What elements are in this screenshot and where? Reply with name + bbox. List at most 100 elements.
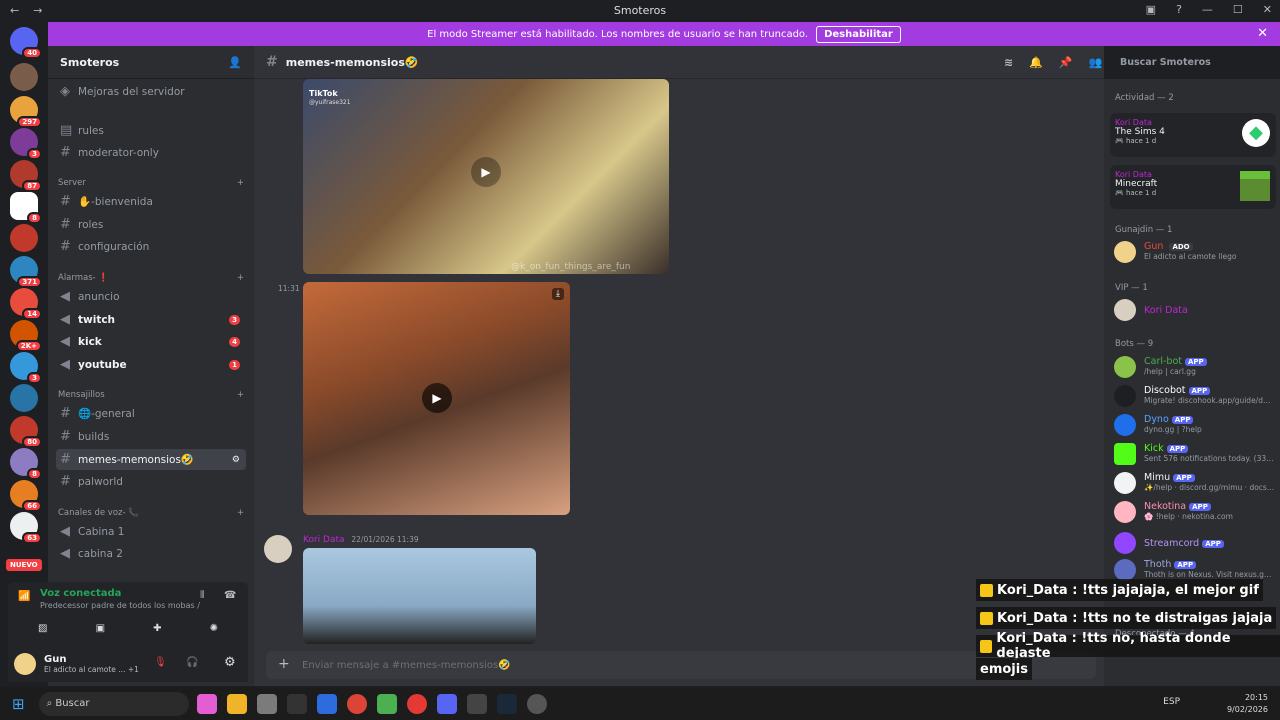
app-icon[interactable]	[526, 693, 547, 714]
add-channel-icon[interactable]: +	[237, 178, 244, 188]
copilot-icon[interactable]	[196, 693, 217, 714]
server-header[interactable]: Smoteros 👤	[48, 46, 254, 79]
maximize-icon[interactable]: ☐	[1233, 3, 1243, 16]
screen-share-icon[interactable]: ▣	[96, 623, 105, 634]
member-item[interactable]: Streamcord APP	[1114, 532, 1276, 554]
activities-icon[interactable]: ✚	[153, 623, 161, 634]
close-banner-icon[interactable]: ✕	[1257, 26, 1268, 41]
close-icon[interactable]: ✕	[1263, 3, 1272, 16]
member-item[interactable]: Mimu APP ✨/help · discord.gg/mimu · docs..…	[1114, 472, 1276, 494]
channel-memes-memonsios[interactable]: # memes-memonsios🤣 ⚙	[56, 449, 246, 470]
category-voice[interactable]: Canales de voz- 📞 +	[58, 508, 244, 518]
activity-card[interactable]: Kori Data The Sims 4 🎮 hace 1 d ◆	[1110, 113, 1276, 157]
channel-anuncio[interactable]: ◀ anuncio	[56, 286, 246, 307]
add-channel-icon[interactable]: +	[237, 508, 244, 518]
disconnect-icon[interactable]: ☎	[224, 590, 236, 601]
mute-icon[interactable]: 🎙	[154, 657, 167, 668]
member-item[interactable]: Kick APP Sent 576 notifications today. (33…	[1114, 443, 1276, 465]
channel-youtube[interactable]: ◀ youtube 1	[56, 354, 246, 375]
search-input[interactable]: Buscar Smoteros	[1112, 53, 1262, 73]
current-server-icon[interactable]: 8	[10, 192, 42, 224]
member-item[interactable]: Gun ADO El adicto al camote llego	[1114, 241, 1276, 263]
message-composer[interactable]: + Enviar mensaje a #memes-memonsios🤣	[266, 651, 1096, 679]
server-icon[interactable]: 8	[10, 448, 42, 480]
channel-roles[interactable]: # roles	[56, 214, 246, 235]
server-icon[interactable]: 63	[10, 512, 42, 544]
channel-configuracion[interactable]: # configuración	[56, 236, 246, 257]
download-icon[interactable]: ⤓	[552, 288, 564, 300]
inbox-icon[interactable]: ▣	[1146, 3, 1156, 16]
taskbar-search[interactable]: ⌕ Buscar	[38, 691, 189, 716]
server-icon[interactable]: 66	[10, 480, 42, 512]
signal-icon[interactable]: 📶	[18, 591, 30, 602]
minimize-icon[interactable]: —	[1202, 3, 1213, 16]
soundboard-icon[interactable]: ✺	[210, 623, 218, 634]
channel-palworld[interactable]: # palworld	[56, 471, 246, 492]
channel-rules[interactable]: ▤ rules	[56, 120, 246, 141]
discord-icon[interactable]	[436, 693, 457, 714]
category-mensajillos[interactable]: Mensajillos +	[58, 390, 244, 400]
member-item[interactable]: Nekotina APP 🌸 !help · nekotina.com	[1114, 501, 1276, 523]
add-channel-icon[interactable]: +	[237, 273, 244, 283]
help-icon[interactable]: ?	[1176, 3, 1182, 16]
clock[interactable]: 20:15 9/02/2026	[1227, 692, 1268, 716]
avatar[interactable]	[264, 535, 292, 563]
bell-icon[interactable]: 🔔	[1029, 56, 1043, 69]
steam-icon[interactable]	[496, 693, 517, 714]
category-server[interactable]: Server +	[58, 178, 244, 188]
direct-messages-icon[interactable]: 40	[10, 27, 42, 59]
member-item[interactable]: Carl-bot APP/help | carl.gg	[1114, 356, 1276, 378]
windows-start-icon[interactable]: ⊞	[12, 695, 25, 713]
camera-off-icon[interactable]: ▨	[38, 623, 47, 634]
language-indicator[interactable]: ESP	[1163, 697, 1180, 707]
channel-kick[interactable]: ◀ kick 4	[56, 331, 246, 352]
add-channel-icon[interactable]: +	[237, 390, 244, 400]
channel-moderator-only[interactable]: # moderator-only	[56, 142, 246, 163]
settings-gear-icon[interactable]: ⚙	[232, 455, 240, 465]
server-icon[interactable]: 87	[10, 160, 42, 192]
disable-streamer-button[interactable]: Deshabilitar	[816, 25, 901, 43]
chrome-icon[interactable]	[346, 693, 367, 714]
server-icon[interactable]	[10, 224, 38, 252]
category-alarmas[interactable]: Alarmas- ❗ +	[58, 273, 244, 283]
server-icon[interactable]: 3	[10, 352, 42, 384]
member-item[interactable]: Dyno APP dyno.gg | ?help	[1114, 414, 1276, 436]
server-icon[interactable]: 14	[10, 288, 42, 320]
member-item[interactable]: Kori Data	[1114, 299, 1276, 321]
voice-channel-cabina-1[interactable]: ◀ Cabina 1	[56, 521, 246, 542]
noise-suppression-icon[interactable]: ⦀	[200, 590, 204, 601]
add-attachment-icon[interactable]: +	[278, 656, 290, 672]
headset-icon[interactable]: 🎧	[186, 657, 198, 668]
server-icon[interactable]: 80	[10, 416, 42, 448]
server-icon[interactable]: 3	[10, 128, 42, 160]
voice-status[interactable]: Voz conectada	[40, 588, 121, 599]
server-icon[interactable]: 371	[10, 256, 42, 288]
server-boost-item[interactable]: ◈ Mejoras del servidor	[56, 81, 246, 102]
activity-card[interactable]: Kori Data Minecraft 🎮 hace 1 d	[1110, 165, 1276, 209]
channel-general[interactable]: # 🌐-general	[56, 403, 246, 424]
store-icon[interactable]	[256, 693, 277, 714]
add-member-icon[interactable]: 👤	[228, 56, 242, 69]
message-author[interactable]: Kori Data	[303, 535, 345, 545]
server-icon[interactable]	[10, 63, 38, 91]
member-item[interactable]: Discobot APP Migrate! discohook.app/guide/…	[1114, 385, 1276, 407]
play-icon[interactable]: ▶	[422, 383, 452, 413]
app-icon[interactable]	[286, 693, 307, 714]
channel-bienvenida[interactable]: # ✋-bienvenida	[56, 191, 246, 212]
server-icon[interactable]: 297	[10, 96, 42, 128]
channel-builds[interactable]: # builds	[56, 426, 246, 447]
voice-channel-cabina-2[interactable]: ◀ cabina 2	[56, 543, 246, 564]
channel-twitch[interactable]: ◀ twitch 3	[56, 309, 246, 330]
server-icon[interactable]	[10, 384, 38, 412]
avatar[interactable]	[14, 653, 36, 675]
app-icon[interactable]	[316, 693, 337, 714]
pin-icon[interactable]: 📌	[1059, 56, 1073, 69]
composer-input[interactable]: Enviar mensaje a #memes-memonsios🤣	[302, 660, 511, 671]
app-icon[interactable]	[466, 693, 487, 714]
threads-icon[interactable]: ≋	[1004, 56, 1013, 69]
app-icon[interactable]	[406, 693, 427, 714]
video-embed[interactable]	[303, 548, 536, 644]
file-explorer-icon[interactable]	[226, 693, 247, 714]
member-list-icon[interactable]: 👥	[1089, 56, 1103, 69]
server-icon[interactable]: 2K+	[10, 320, 42, 352]
